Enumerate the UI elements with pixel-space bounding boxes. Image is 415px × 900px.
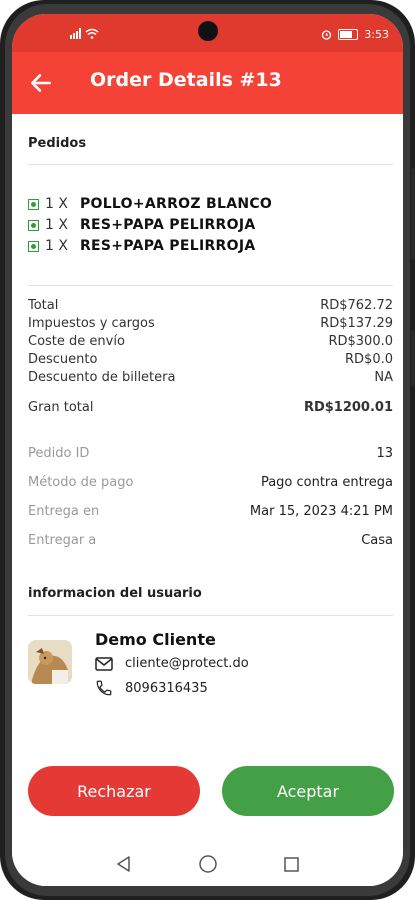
user-email-row: cliente@protect.do <box>95 656 249 671</box>
signal-wifi-icons <box>70 28 100 42</box>
phone-icon <box>96 680 112 696</box>
grand-total-label: Gran total <box>28 400 94 415</box>
meta-value: Mar 15, 2023 4:21 PM <box>249 504 393 519</box>
summary-label: Total <box>28 298 59 313</box>
battery-icon <box>338 29 359 40</box>
summary-row-taxes: Impuestos y cargos RD$137.29 <box>28 316 393 331</box>
nav-home-button[interactable] <box>198 854 218 874</box>
meta-value: Pago contra entrega <box>260 475 393 490</box>
summary-row-shipping: Coste de envío RD$300.0 <box>28 334 393 349</box>
back-arrow-icon[interactable] <box>28 70 54 96</box>
divider <box>28 285 393 286</box>
app-bar: Order Details #13 <box>12 52 403 114</box>
summary-value: NA <box>374 370 393 385</box>
signal-icon <box>70 28 99 39</box>
meta-label: Pedido ID <box>28 446 90 461</box>
summary-label: Impuestos y cargos <box>28 316 155 331</box>
power-button <box>411 330 415 386</box>
summary-value: RD$0.0 <box>345 352 393 367</box>
page-title: Order Details #13 <box>90 69 282 91</box>
grand-total-value: RD$1200.01 <box>303 400 393 415</box>
item-qty: 1 X <box>45 217 68 233</box>
user-card: Demo Cliente cliente@protect.do 80963164… <box>28 630 393 700</box>
meta-label: Entrega en <box>28 504 100 519</box>
meta-label: Entregar a <box>28 533 97 548</box>
orders-section-title: Pedidos <box>28 136 87 151</box>
volume-button <box>411 168 415 260</box>
item-qty: 1 X <box>45 238 68 254</box>
summary-label: Descuento <box>28 352 98 367</box>
item-name: POLLO+ARROZ BLANCO <box>79 196 273 212</box>
front-camera <box>198 21 218 41</box>
accept-button[interactable]: Aceptar <box>222 766 394 816</box>
nav-recents-button[interactable] <box>283 856 300 873</box>
square-recents-icon <box>284 856 300 872</box>
status-time: 3:53 <box>364 28 389 41</box>
summary-row-wallet-discount: Descuento de billetera NA <box>28 370 393 385</box>
user-section-title: informacion del usuario <box>28 586 202 601</box>
grand-total-row: Gran total RD$1200.01 <box>28 400 393 415</box>
summary-row-total: Total RD$762.72 <box>28 298 393 313</box>
order-item: 1 X POLLO+ARROZ BLANCO <box>28 196 272 212</box>
user-name: Demo Cliente <box>95 630 216 649</box>
reject-button[interactable]: Rechazar <box>28 766 200 816</box>
meta-row-deliver-to: Entregar a Casa <box>28 533 393 548</box>
order-item: 1 X RES+PAPA PELIRROJA <box>28 238 255 254</box>
meta-value: Casa <box>361 533 393 548</box>
user-phone[interactable]: 8096316435 <box>125 681 208 696</box>
meta-row-delivery-date: Entrega en Mar 15, 2023 4:21 PM <box>28 504 393 519</box>
meta-row-order-id: Pedido ID 13 <box>28 446 393 461</box>
divider <box>28 164 393 165</box>
nav-back-button[interactable] <box>115 855 133 873</box>
circle-home-icon <box>199 855 217 873</box>
user-email[interactable]: cliente@protect.do <box>125 656 249 671</box>
user-phone-row: 8096316435 <box>95 679 208 697</box>
summary-row-discount: Descuento RD$0.0 <box>28 352 393 367</box>
status-right: 3:53 <box>321 28 389 41</box>
mail-icon <box>95 656 113 671</box>
summary-label: Coste de envío <box>28 334 125 349</box>
phone-frame: 3:53 Order Details #13 Pedidos 1 X POLLO… <box>0 0 415 900</box>
summary-value: RD$762.72 <box>320 298 393 313</box>
summary-value: RD$137.29 <box>320 316 393 331</box>
triangle-back-icon <box>116 856 130 872</box>
item-name: RES+PAPA PELIRROJA <box>79 217 256 233</box>
avatar <box>28 640 72 684</box>
meta-value: 13 <box>376 446 393 461</box>
item-marker-icon <box>28 198 39 210</box>
order-item: 1 X RES+PAPA PELIRROJA <box>28 217 255 233</box>
avatar-image <box>28 640 72 684</box>
alarm-icon <box>322 30 332 40</box>
summary-value: RD$300.0 <box>328 334 393 349</box>
meta-row-payment: Método de pago Pago contra entrega <box>28 475 393 490</box>
item-qty: 1 X <box>45 196 68 212</box>
screen: 3:53 Order Details #13 Pedidos 1 X POLLO… <box>12 14 403 886</box>
summary-label: Descuento de billetera <box>28 370 176 385</box>
item-marker-icon <box>28 240 39 252</box>
meta-label: Método de pago <box>28 475 134 490</box>
status-bar: 3:53 <box>12 14 403 52</box>
divider <box>28 615 393 616</box>
system-nav-bar <box>12 842 403 886</box>
item-name: RES+PAPA PELIRROJA <box>79 238 256 254</box>
item-marker-icon <box>28 219 39 231</box>
